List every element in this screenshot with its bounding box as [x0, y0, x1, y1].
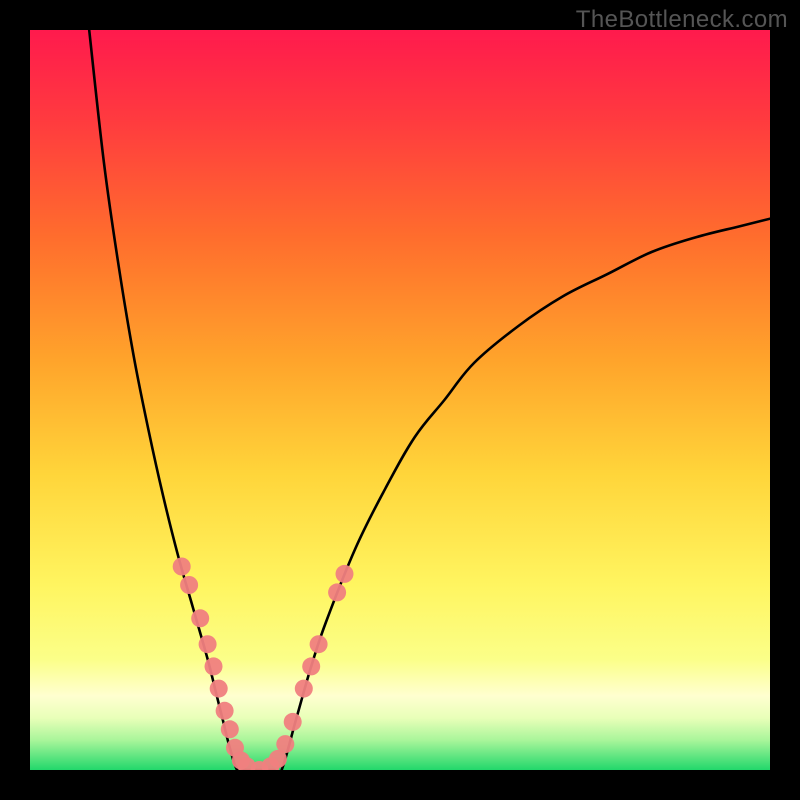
- highlight-dot: [295, 680, 313, 698]
- outer-frame: TheBottleneck.com: [0, 0, 800, 800]
- watermark-text: TheBottleneck.com: [576, 6, 788, 34]
- highlight-dot: [191, 609, 209, 627]
- highlight-dot: [276, 735, 294, 753]
- chart-svg: [30, 30, 770, 770]
- highlight-dot: [199, 635, 217, 653]
- highlight-dot: [216, 702, 234, 720]
- highlight-dot: [310, 635, 328, 653]
- highlight-dot: [302, 657, 320, 675]
- highlight-dot: [336, 565, 354, 583]
- plot-area: [30, 30, 770, 770]
- highlight-dot: [180, 576, 198, 594]
- highlight-dot: [173, 558, 191, 576]
- highlight-dot: [221, 720, 239, 738]
- highlight-dot: [328, 583, 346, 601]
- highlight-dot: [210, 680, 228, 698]
- highlight-dot: [205, 657, 223, 675]
- highlight-dot: [284, 713, 302, 731]
